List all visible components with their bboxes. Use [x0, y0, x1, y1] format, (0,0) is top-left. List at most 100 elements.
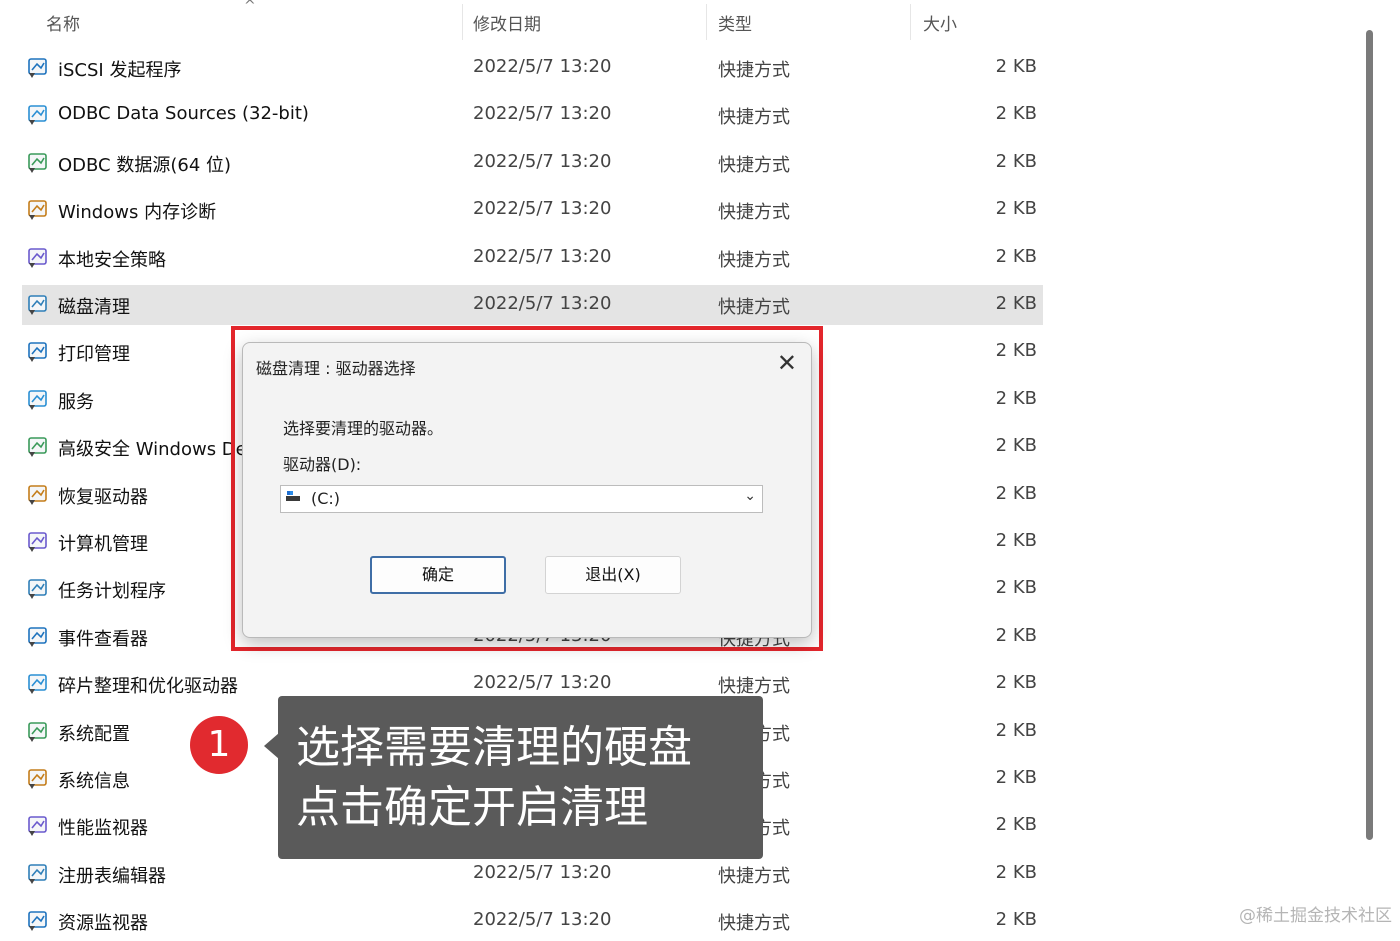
drive-select[interactable]: (C:) ⌄ — [280, 485, 763, 513]
file-size: 2 KB — [995, 909, 1037, 931]
file-row[interactable]: Windows 内存诊断 2022/5/7 13:20 快捷方式 2 KB — [22, 190, 1043, 230]
close-icon[interactable]: ✕ — [777, 349, 797, 377]
file-type: 快捷方式 — [718, 913, 790, 935]
file-size: 2 KB — [995, 814, 1037, 836]
system-info-icon — [26, 767, 50, 791]
file-name: 碎片整理和优化驱动器 — [58, 676, 238, 698]
file-type: 快捷方式 — [718, 202, 790, 224]
drive-select-value: (C:) — [311, 489, 341, 508]
file-size: 2 KB — [995, 387, 1037, 409]
file-name: 恢复驱动器 — [58, 486, 148, 508]
file-size: 2 KB — [995, 198, 1037, 220]
file-size: 2 KB — [995, 293, 1037, 314]
sort-ascending-icon: ^ — [244, 0, 256, 14]
task-scheduler-icon — [26, 577, 50, 601]
column-header-row: 名称 ^ 修改日期 类型 大小 — [0, 0, 1050, 44]
file-name: 性能监视器 — [58, 818, 148, 840]
file-name: 打印管理 — [58, 344, 130, 366]
exit-button[interactable]: 退出(X) — [545, 556, 681, 594]
security-policy-icon — [26, 246, 50, 270]
file-date: 2022/5/7 13:20 — [473, 293, 612, 314]
file-name: 高级安全 Windows De — [58, 439, 247, 461]
file-size: 2 KB — [995, 150, 1037, 172]
file-name: ODBC Data Sources (32-bit) — [58, 103, 309, 125]
file-size: 2 KB — [995, 672, 1037, 694]
file-size: 2 KB — [995, 530, 1037, 551]
file-name: 服务 — [58, 391, 94, 413]
column-divider[interactable] — [910, 4, 911, 40]
file-size: 2 KB — [995, 767, 1037, 788]
file-size: 2 KB — [995, 719, 1037, 741]
file-size: 2 KB — [995, 435, 1037, 457]
file-name: 任务计划程序 — [58, 581, 166, 603]
callout-line-2: 点击确定开启清理 — [296, 782, 648, 833]
services-icon — [26, 388, 50, 412]
drive-label: 驱动器(D): — [283, 455, 362, 474]
file-name: iSCSI 发起程序 — [58, 60, 182, 81]
file-date: 2022/5/7 13:20 — [473, 245, 612, 267]
column-header-type[interactable]: 类型 — [718, 10, 752, 35]
file-size: 2 KB — [995, 861, 1037, 883]
file-date: 2022/5/7 13:20 — [473, 150, 612, 172]
odbc-icon — [26, 103, 50, 127]
file-type: 快捷方式 — [718, 60, 790, 81]
file-name: 磁盘清理 — [58, 297, 130, 318]
column-header-size[interactable]: 大小 — [923, 10, 957, 35]
file-type: 快捷方式 — [718, 249, 790, 271]
dialog-instruction: 选择要清理的驱动器。 — [283, 419, 444, 438]
file-row[interactable]: 注册表编辑器 2022/5/7 13:20 快捷方式 2 KB — [22, 854, 1043, 894]
file-name: 事件查看器 — [58, 628, 148, 650]
file-size: 2 KB — [995, 482, 1037, 504]
recovery-drive-icon — [26, 483, 50, 507]
watermark: @稀土掘金技术社区 — [1239, 906, 1392, 926]
file-row[interactable]: 本地安全策略 2022/5/7 13:20 快捷方式 2 KB — [22, 238, 1043, 278]
vertical-scrollbar[interactable] — [1364, 24, 1374, 844]
file-date: 2022/5/7 13:20 — [473, 909, 612, 931]
file-row[interactable]: 资源监视器 2022/5/7 13:20 快捷方式 2 KB — [22, 901, 1043, 941]
file-size: 2 KB — [995, 56, 1037, 77]
ok-button[interactable]: 确定 — [370, 556, 506, 594]
file-type: 快捷方式 — [718, 297, 790, 318]
drive-icon — [286, 491, 300, 501]
file-name: 系统配置 — [58, 723, 130, 745]
disk-cleanup-icon — [26, 293, 50, 317]
file-type: 快捷方式 — [718, 107, 790, 129]
file-date: 2022/5/7 13:20 — [473, 861, 612, 883]
file-row[interactable]: ODBC Data Sources (32-bit) 2022/5/7 13:20… — [22, 95, 1043, 135]
step-number-badge: 1 — [190, 716, 248, 774]
file-name: ODBC 数据源(64 位) — [58, 154, 232, 176]
file-type: 快捷方式 — [718, 154, 790, 176]
chevron-down-icon[interactable]: ⌄ — [744, 488, 756, 504]
file-size: 2 KB — [995, 103, 1037, 125]
file-row[interactable]: iSCSI 发起程序 2022/5/7 13:20 快捷方式 2 KB — [22, 48, 1043, 88]
file-size: 2 KB — [995, 577, 1037, 599]
odbc-icon — [26, 151, 50, 175]
performance-monitor-icon — [26, 814, 50, 838]
column-divider[interactable] — [706, 4, 707, 40]
callout-pointer — [264, 733, 279, 759]
column-header-name[interactable]: 名称 — [46, 10, 80, 35]
column-divider[interactable] — [462, 4, 463, 40]
file-row[interactable]: ODBC 数据源(64 位) 2022/5/7 13:20 快捷方式 2 KB — [22, 143, 1043, 183]
file-name: 注册表编辑器 — [58, 865, 166, 887]
file-date: 2022/5/7 13:20 — [473, 198, 612, 220]
file-size: 2 KB — [995, 340, 1037, 362]
event-viewer-icon — [26, 625, 50, 649]
file-name: 资源监视器 — [58, 913, 148, 935]
defrag-icon — [26, 672, 50, 696]
scrollbar-thumb[interactable] — [1366, 30, 1373, 840]
file-date: 2022/5/7 13:20 — [473, 103, 612, 125]
file-name: 计算机管理 — [58, 534, 148, 555]
file-date: 2022/5/7 13:20 — [473, 672, 612, 694]
print-management-icon — [26, 340, 50, 364]
column-header-date[interactable]: 修改日期 — [473, 10, 541, 35]
registry-editor-icon — [26, 862, 50, 886]
computer-management-icon — [26, 530, 50, 554]
instruction-callout: 选择需要清理的硬盘 点击确定开启清理 — [278, 696, 763, 859]
memory-diagnostic-icon — [26, 198, 50, 222]
file-size: 2 KB — [995, 245, 1037, 267]
file-date: 2022/5/7 13:20 — [473, 56, 612, 77]
file-row[interactable]: 磁盘清理 2022/5/7 13:20 快捷方式 2 KB — [22, 285, 1043, 325]
file-type: 快捷方式 — [718, 865, 790, 887]
dialog-title: 磁盘清理 : 驱动器选择 — [256, 359, 416, 378]
